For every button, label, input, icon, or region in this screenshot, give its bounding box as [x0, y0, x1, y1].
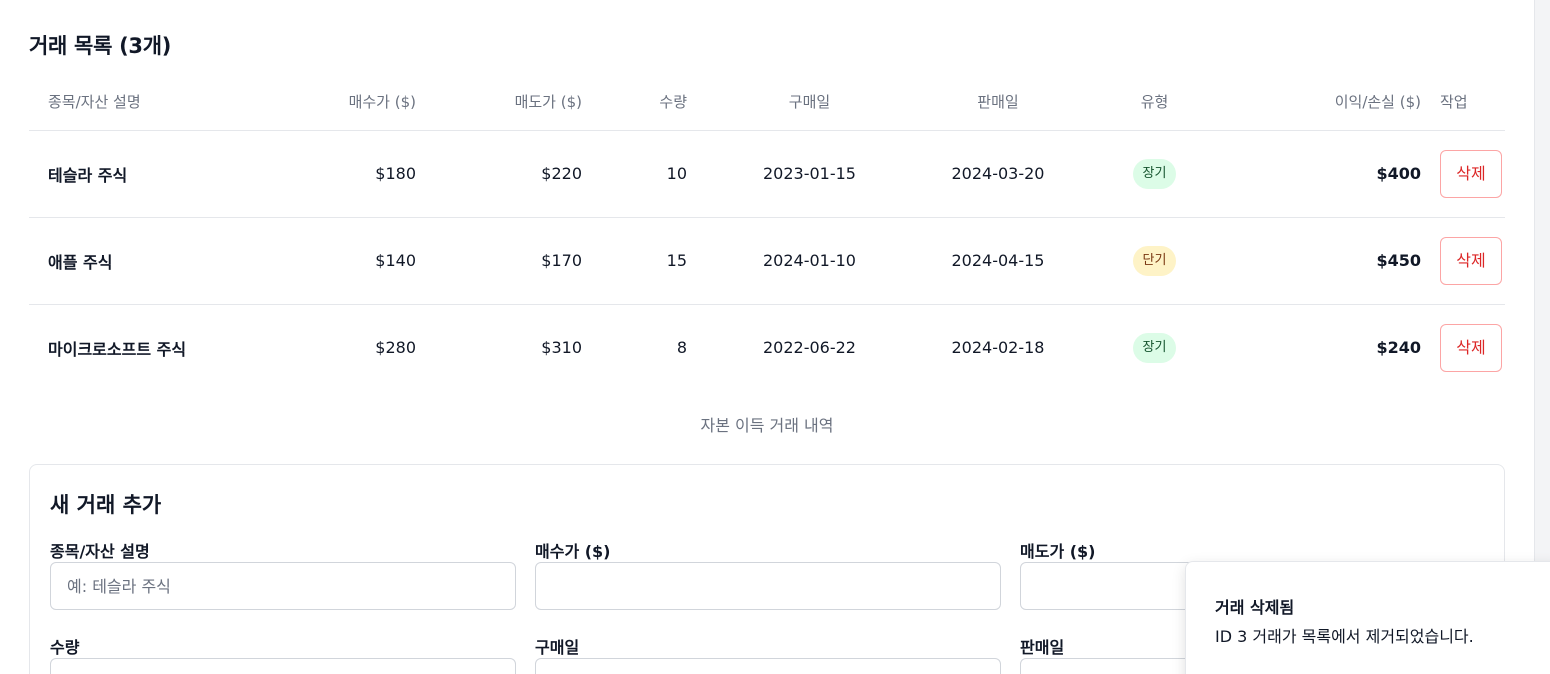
cell-sell-price: $170	[435, 217, 601, 305]
trades-table: 종목/자산 설명 매수가 ($) 매도가 ($) 수량 구매일 판매일 유형 이…	[29, 74, 1505, 391]
cell-actions: 삭제	[1440, 304, 1505, 391]
cell-buy-price: $140	[284, 217, 435, 305]
cell-actions: 삭제	[1440, 217, 1505, 305]
cell-description: 마이크로소프트 주식	[48, 339, 187, 359]
cell-sell-price: $220	[435, 130, 601, 218]
cell-quantity: 8	[676, 338, 687, 358]
table-header-row: 종목/자산 설명 매수가 ($) 매도가 ($) 수량 구매일 판매일 유형 이…	[29, 74, 1505, 131]
column-header-actions: 작업	[1440, 74, 1505, 131]
quantity-label: 수량	[50, 638, 80, 657]
type-badge: 장기	[1132, 158, 1177, 189]
cell-buy-date: 2023-01-15	[706, 130, 913, 218]
sell-price-label: 매도가 ($)	[1020, 542, 1096, 561]
table-row: 애플 주식 $140 $170 15 2024-01-10 2024-04-15…	[29, 217, 1505, 305]
buy-price-input[interactable]	[535, 562, 1001, 610]
cell-sell-date: 2024-02-18	[951, 338, 1045, 358]
column-header-buy-price[interactable]: 매수가 ($)	[284, 74, 435, 131]
table-row: 테슬라 주식 $180 $220 10 2023-01-15 2024-03-2…	[29, 130, 1505, 218]
delete-button[interactable]: 삭제	[1440, 149, 1502, 198]
toast-title: 거래 삭제됨	[1215, 598, 1295, 617]
cell-buy-date: 2022-06-22	[763, 338, 856, 358]
cell-sell-date: 2024-03-20	[913, 130, 1083, 218]
trades-section-title: 거래 목록 (3개)	[29, 34, 172, 58]
delete-button[interactable]: 삭제	[1440, 236, 1502, 285]
buy-date-input[interactable]	[535, 658, 1001, 674]
cell-description: 테슬라 주식	[29, 130, 284, 218]
sell-date-label: 판매일	[1020, 638, 1065, 657]
cell-profit-loss: $400	[1226, 130, 1440, 218]
column-header-sell-price[interactable]: 매도가 ($)	[435, 74, 601, 131]
description-label: 종목/자산 설명	[50, 542, 150, 561]
cell-sell-price: $310	[541, 338, 582, 358]
cell-quantity: 15	[601, 217, 706, 305]
cell-type: 장기	[1083, 130, 1226, 218]
type-badge: 단기	[1132, 245, 1177, 276]
table-row: 마이크로소프트 주식 $280 $310 8 2022-06-22 2024-0…	[29, 304, 1505, 391]
buy-date-label: 구매일	[535, 638, 580, 657]
cell-type: 단기	[1083, 217, 1226, 305]
cell-buy-price: $280	[375, 338, 416, 358]
delete-button[interactable]: 삭제	[1440, 323, 1502, 372]
column-header-type[interactable]: 유형	[1083, 74, 1226, 131]
cell-buy-date: 2024-01-10	[706, 217, 913, 305]
toast-description: ID 3 거래가 목록에서 제거되었습니다.	[1215, 627, 1474, 646]
cell-buy-price: $180	[284, 130, 435, 218]
cell-type: 장기	[1083, 304, 1226, 391]
type-badge: 장기	[1132, 332, 1177, 363]
column-header-profit-loss[interactable]: 이익/손실 ($)	[1226, 74, 1440, 131]
cell-quantity: 10	[601, 130, 706, 218]
buy-price-label: 매수가 ($)	[535, 542, 611, 561]
column-header-quantity[interactable]: 수량	[601, 74, 706, 131]
quantity-input[interactable]	[50, 658, 516, 674]
form-title: 새 거래 추가	[50, 493, 162, 517]
cell-actions: 삭제	[1440, 130, 1505, 218]
table-caption: 자본 이득 거래 내역	[700, 416, 834, 435]
column-header-buy-date[interactable]: 구매일	[706, 74, 913, 131]
description-input[interactable]	[50, 562, 516, 610]
cell-profit-loss: $240	[1376, 338, 1421, 358]
column-header-description[interactable]: 종목/자산 설명	[29, 74, 284, 131]
cell-sell-date: 2024-04-15	[913, 217, 1083, 305]
cell-profit-loss: $450	[1226, 217, 1440, 305]
cell-description: 애플 주식	[29, 217, 284, 305]
toast-notification[interactable]: 거래 삭제됨 ID 3 거래가 목록에서 제거되었습니다.	[1185, 561, 1550, 674]
column-header-sell-date[interactable]: 판매일	[913, 74, 1083, 131]
